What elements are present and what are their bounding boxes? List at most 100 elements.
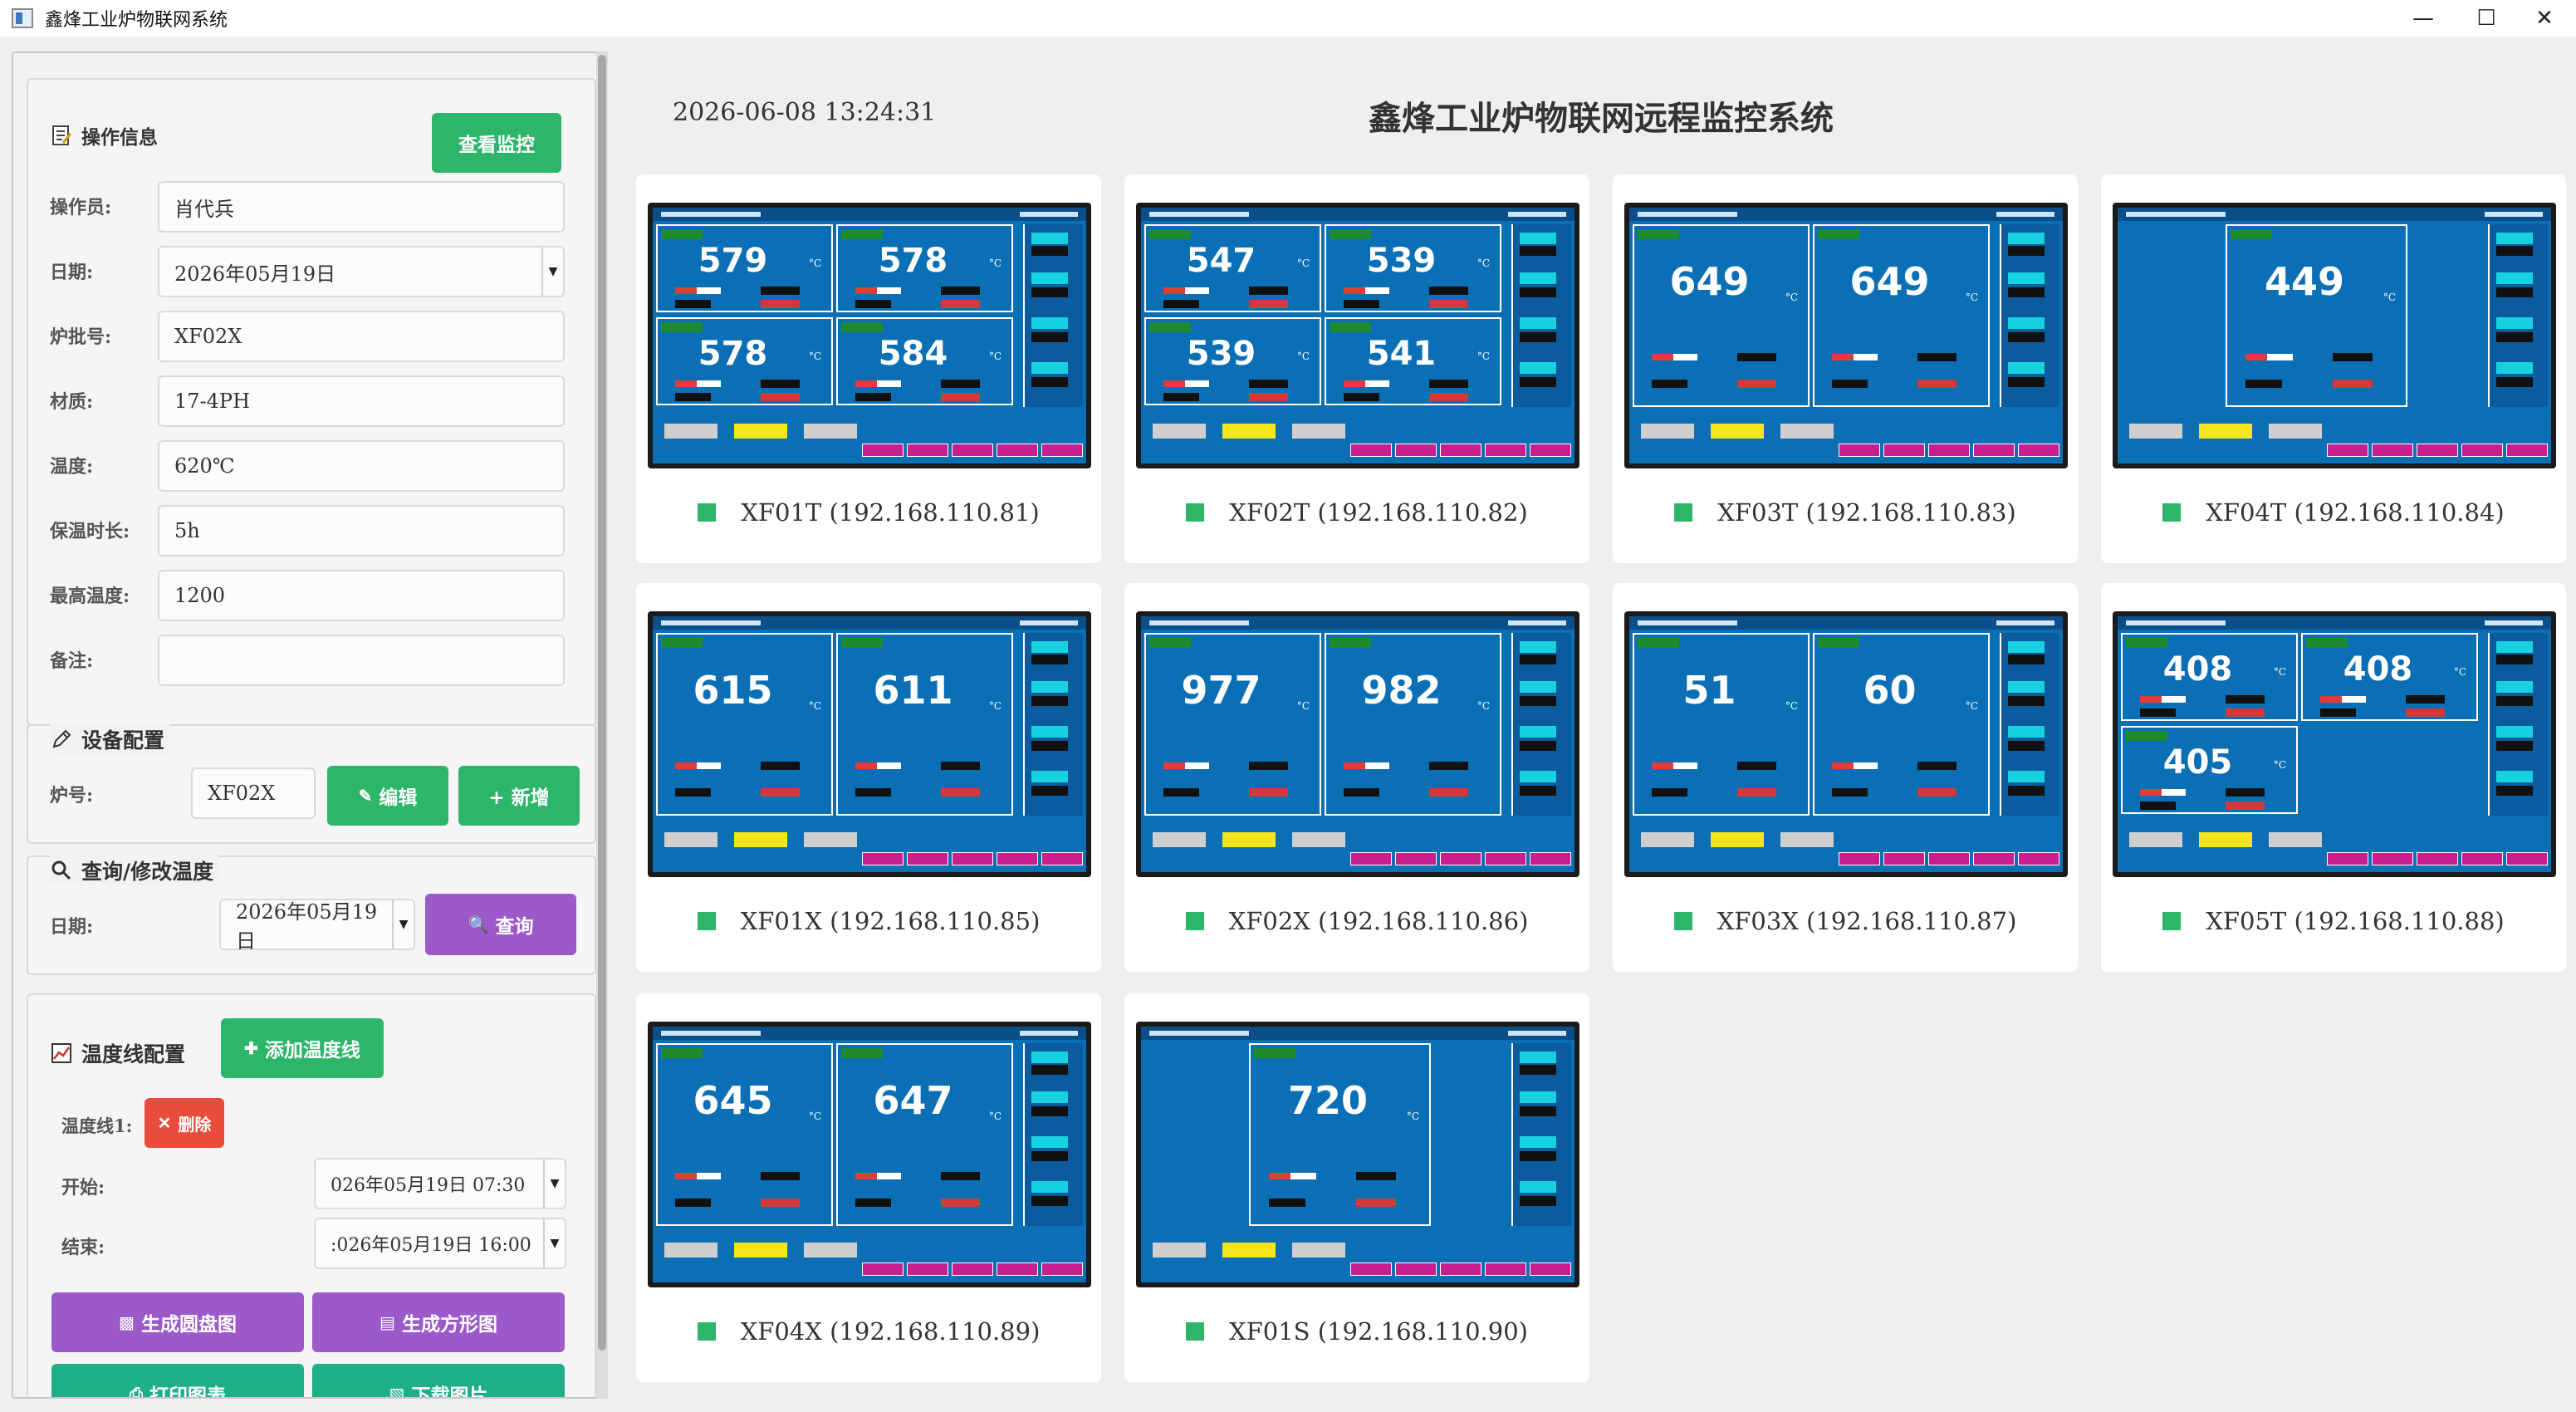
hmi-header — [1141, 208, 1574, 221]
device-card[interactable]: 547 °C 539 °C 539 °C 541 °C XF02T (192.168.110.8… — [1124, 174, 1589, 563]
left-panel-scrollbar[interactable] — [596, 51, 608, 1399]
output-bar-fill — [1163, 287, 1185, 294]
hmi-menu-button — [2018, 444, 2059, 457]
delete-curve-button[interactable]: ✕ 删除 — [144, 1098, 224, 1148]
hmi-button — [1780, 424, 1834, 439]
setpoint-value — [1163, 393, 1199, 401]
device-card[interactable]: 977 °C 982 °C XF02X (192.168.110.86) — [1124, 583, 1589, 972]
output-value — [941, 762, 980, 770]
device-card[interactable]: 579 °C 578 °C 578 °C 584 °C XF01T (192.168.110.8… — [636, 174, 1101, 563]
device-screen-thumbnail[interactable]: 579 °C 578 °C 578 °C 584 °C — [648, 203, 1091, 468]
alarm-value — [761, 300, 800, 308]
device-screen-thumbnail[interactable]: 615 °C 611 °C — [648, 611, 1091, 877]
add-device-button[interactable]: + 新增 — [458, 766, 580, 826]
side-label — [1031, 641, 1068, 653]
minimize-icon[interactable]: — — [2392, 0, 2455, 37]
zone-panel: 547 °C — [1144, 224, 1321, 312]
edit-button[interactable]: ✎ 编辑 — [327, 766, 448, 826]
device-card[interactable]: 408 °C 408 °C 405 °C XF05T (192.168.110.88) — [2101, 583, 2566, 972]
hmi-button — [2129, 832, 2182, 847]
furnace-field[interactable]: XF02X — [191, 767, 316, 819]
device-screen-thumbnail[interactable]: 977 °C 982 °C — [1136, 611, 1579, 877]
unit-label: °C — [2383, 292, 2396, 303]
side-value — [2496, 786, 2533, 796]
query-header: 查询/修改温度 — [50, 856, 219, 885]
device-label: XF03T (192.168.110.83) — [1613, 498, 2078, 527]
query-button[interactable]: 🔍 查询 — [425, 894, 576, 955]
chevron-down-icon[interactable]: ▼ — [543, 1160, 565, 1208]
hmi-menu-button — [1485, 852, 1526, 865]
generate-square-chart-button[interactable]: ▤ 生成方形图 — [312, 1292, 565, 1352]
device-card[interactable]: 51 °C 60 °C XF03X (192.168.110.87) — [1613, 583, 2078, 972]
max-temp-field[interactable]: 1200 — [158, 570, 565, 621]
hmi-menu-button — [952, 1262, 993, 1276]
device-screen-thumbnail[interactable]: 449 °C — [2113, 203, 2556, 468]
output-value — [1737, 762, 1776, 770]
hmi-menu-button — [1839, 444, 1880, 457]
download-image-button[interactable]: ▧ 下载图片 — [312, 1364, 565, 1397]
status-online-indicator — [1186, 1322, 1204, 1341]
end-time-picker[interactable]: :026年05月19日 16:00 ▼ — [314, 1218, 566, 1269]
hmi-menu-button — [2417, 444, 2458, 457]
pv-reading: 611 — [873, 668, 953, 713]
zone-panel: 647 °C — [836, 1043, 1013, 1226]
hmi-menu-button — [862, 444, 904, 457]
device-card[interactable]: 645 °C 647 °C XF04X (192.168.110.89) — [636, 993, 1101, 1382]
pv-reading: 408 — [2162, 650, 2233, 689]
device-screen-thumbnail[interactable]: 720 °C — [1136, 1022, 1579, 1287]
add-curve-button[interactable]: ✚ 添加温度线 — [221, 1018, 384, 1078]
alarm-value — [941, 300, 980, 308]
device-screen-thumbnail[interactable]: 51 °C 60 °C — [1624, 611, 2068, 877]
view-monitor-button[interactable]: 查看监控 — [432, 113, 561, 173]
device-card[interactable]: 720 °C XF01S (192.168.110.90) — [1124, 993, 1589, 1382]
chevron-down-icon[interactable]: ▼ — [541, 248, 563, 296]
material-field[interactable]: 17-4PH — [158, 375, 565, 427]
query-title: 查询/修改温度 — [81, 860, 214, 884]
hold-time-field[interactable]: 5h — [158, 505, 565, 556]
scrollbar-thumb[interactable] — [598, 55, 606, 1351]
batch-field[interactable]: XF02X — [158, 311, 565, 362]
query-date-picker[interactable]: 2026年05月19日 ▼ — [219, 899, 415, 953]
device-card[interactable]: 649 °C 649 °C XF03T (192.168.110.83) — [1613, 174, 2078, 563]
hmi-header — [2118, 208, 2551, 221]
pv-reading: 584 — [878, 335, 948, 373]
close-icon[interactable]: ✕ — [2513, 0, 2576, 37]
temperature-field[interactable]: 620℃ — [158, 440, 565, 492]
side-value — [2008, 655, 2045, 664]
maximize-icon[interactable]: ☐ — [2455, 0, 2518, 37]
zone-tag — [1254, 1048, 1295, 1058]
zone-panel: 720 °C — [1249, 1043, 1431, 1226]
chevron-down-icon[interactable]: ▼ — [392, 900, 414, 949]
hmi-menu-button — [2506, 444, 2548, 457]
device-screen-thumbnail[interactable]: 408 °C 408 °C 405 °C — [2113, 611, 2556, 877]
hmi-button — [734, 832, 787, 847]
device-card[interactable]: 615 °C 611 °C XF01X (192.168.110.85) — [636, 583, 1101, 972]
side-label — [2496, 362, 2533, 374]
device-card[interactable]: 449 °C XF04T (192.168.110.84) — [2101, 174, 2566, 563]
device-screen-thumbnail[interactable]: 649 °C 649 °C — [1624, 203, 2068, 468]
output-value — [1429, 762, 1468, 770]
generate-round-chart-button[interactable]: ▩ 生成圆盘图 — [51, 1292, 304, 1352]
pv-reading: 547 — [1186, 242, 1256, 280]
device-screen-thumbnail[interactable]: 547 °C 539 °C 539 °C 541 °C — [1136, 203, 1579, 468]
print-chart-button[interactable]: ⎙ 打印图表 — [51, 1364, 304, 1397]
operator-field[interactable]: 肖代兵 — [158, 181, 565, 233]
hmi-button — [1222, 1243, 1276, 1258]
search-icon — [50, 859, 73, 882]
device-address: XF01T (192.168.110.81) — [741, 498, 1040, 527]
hmi-button — [804, 424, 857, 439]
remark-field[interactable] — [158, 635, 565, 686]
start-time-picker[interactable]: 026年05月19日 07:30 ▼ — [314, 1158, 566, 1209]
unit-label: °C — [1965, 292, 1978, 303]
chevron-down-icon[interactable]: ▼ — [543, 1219, 565, 1267]
date-picker[interactable]: 2026年05月19日 ▼ — [158, 246, 565, 297]
status-online-indicator — [697, 1322, 716, 1341]
side-label — [1520, 1136, 1556, 1148]
unit-label: °C — [988, 700, 1002, 712]
device-address: XF03X (192.168.110.87) — [1717, 907, 2017, 935]
hmi-menu-button — [1440, 444, 1481, 457]
alarm-value — [1737, 380, 1776, 388]
output-bar-fill — [855, 1173, 877, 1179]
output-value — [1249, 380, 1288, 388]
device-screen-thumbnail[interactable]: 645 °C 647 °C — [648, 1022, 1091, 1287]
